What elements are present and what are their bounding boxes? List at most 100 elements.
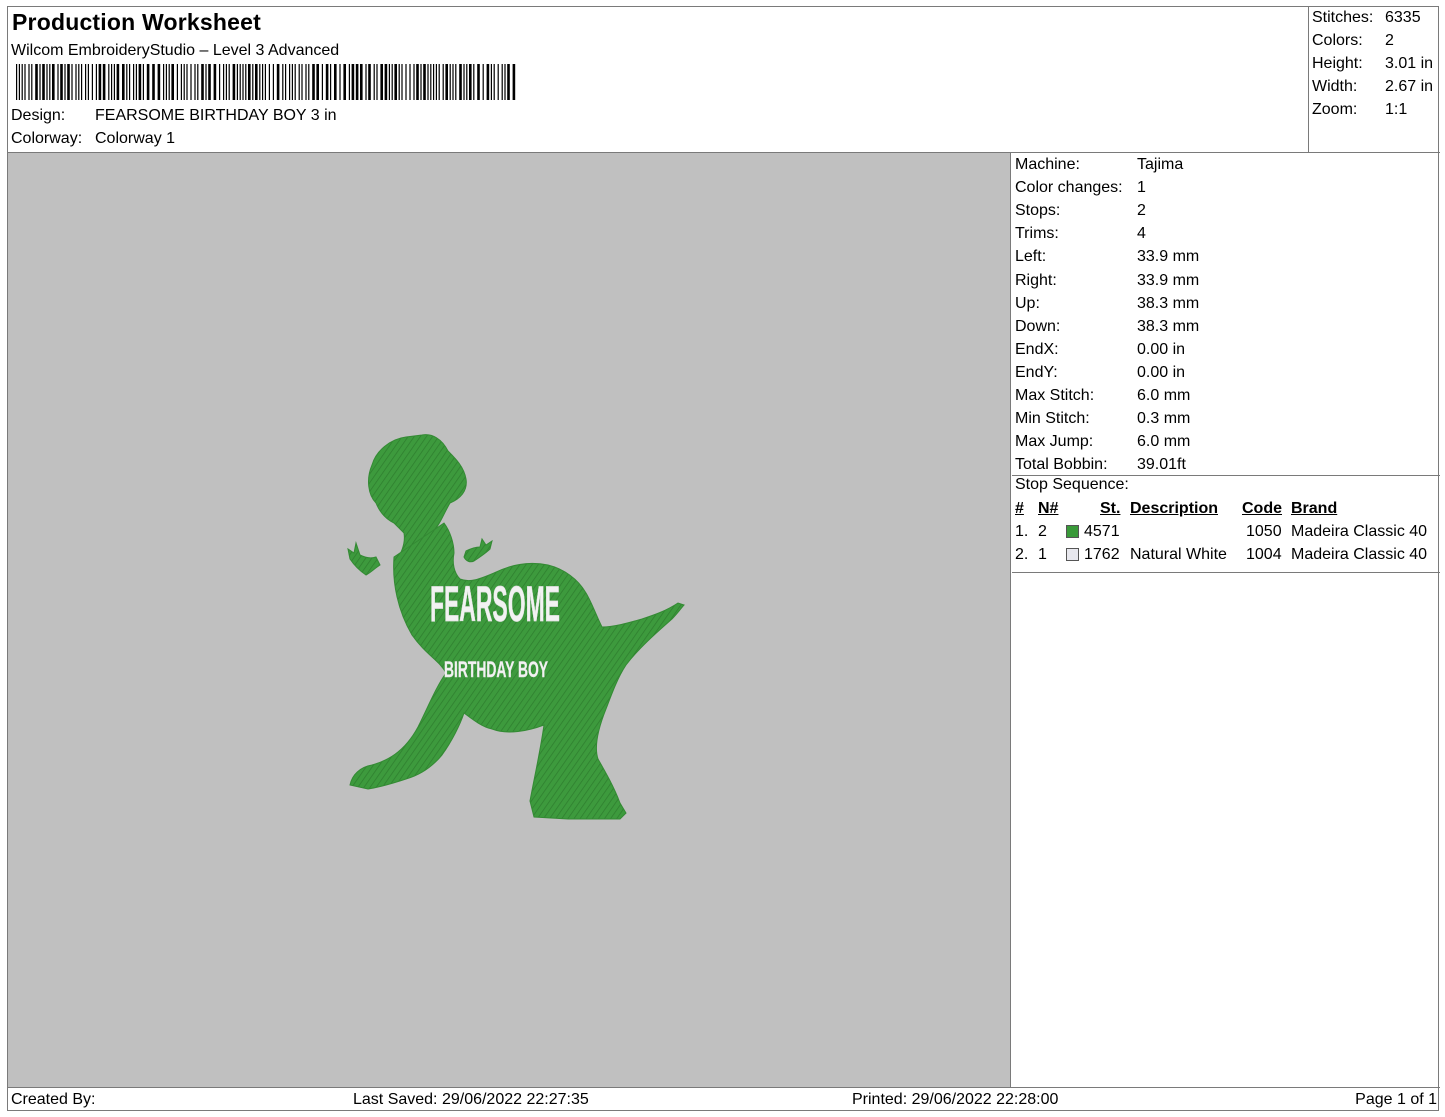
stop-stitches: 4571 (1084, 523, 1120, 540)
col-description-header: Description (1130, 500, 1219, 517)
stitches-label: Stitches: (1312, 9, 1374, 26)
thread-color-swatch (1066, 525, 1079, 538)
page-number: Page 1 of 1 (1355, 1091, 1437, 1108)
colorway-row: Colorway: Colorway 1 (11, 130, 175, 148)
stop-sequence-divider (1012, 572, 1440, 573)
machine-info-label: Up: (1015, 294, 1040, 312)
machine-info-value: 6.0 mm (1137, 387, 1191, 404)
machine-info-row: Total Bobbin: 39.01ft (1015, 456, 1186, 474)
design-text-line2: BIRTHDAY BOY (444, 657, 548, 682)
app-name: Wilcom EmbroideryStudio – Level 3 Advanc… (11, 42, 340, 59)
machine-info-row: EndY: 0.00 in (1015, 364, 1185, 382)
machine-info-row: Trims: 4 (1015, 225, 1146, 243)
stop-needle: 1 (1038, 546, 1047, 563)
machine-info-value: 0.3 mm (1137, 410, 1191, 428)
worksheet-footer: Created By: Last Saved: 29/06/2022 22:27… (8, 1088, 1440, 1112)
machine-info-label: Color changes: (1015, 179, 1123, 197)
design-summary: Stitches: 6335 Colors: 2 Height: 3.01 in Wi… (1308, 7, 1440, 152)
stop-code: 1050 (1246, 523, 1282, 540)
machine-info-label: Max Stitch: (1015, 387, 1095, 404)
width-label: Width: (1312, 78, 1358, 95)
barcode-image (16, 64, 516, 100)
stop-sequence-title: Stop Sequence: (1015, 476, 1129, 493)
machine-info-label: Max Jump: (1015, 433, 1094, 451)
machine-info-row: Down: 38.3 mm (1015, 318, 1199, 336)
machine-info-row: Right: 33.9 mm (1015, 272, 1199, 290)
machine-info-row: Machine: Tajima (1015, 156, 1183, 174)
stop-description: Natural White (1130, 546, 1227, 563)
colors-row: Colors: 2 (1312, 32, 1394, 50)
machine-info-label: Down: (1015, 317, 1061, 335)
dinosaur-embroidery-image: FEARSOME BIRTHDAY BOY (347, 434, 685, 820)
production-worksheet: Production Worksheet Wilcom EmbroiderySt… (7, 6, 1440, 1112)
machine-info-row: Stops: 2 (1015, 202, 1146, 220)
design-row: Design: FEARSOME BIRTHDAY BOY 3 in (11, 107, 337, 125)
machine-info-row: Max Stitch: 6.0 mm (1015, 387, 1190, 405)
machine-info-row: Min Stitch: 0.3 mm (1015, 410, 1190, 428)
zoom-label: Zoom: (1312, 101, 1358, 118)
machine-info-value: 38.3 mm (1137, 294, 1200, 312)
machine-info-value: Tajima (1137, 156, 1184, 173)
machine-info-value: 6.0 mm (1137, 433, 1191, 451)
height-value: 3.01 in (1385, 55, 1434, 72)
colorway-label: Colorway: (11, 130, 83, 147)
machine-info-label: EndY: (1015, 363, 1058, 381)
thread-color-swatch (1066, 548, 1079, 561)
machine-info-value: 33.9 mm (1137, 271, 1200, 289)
created-by: Created By: (11, 1091, 96, 1108)
stitches-row: Stitches: 6335 (1312, 9, 1421, 27)
machine-info-label: Stops: (1015, 202, 1061, 220)
page-title: Production Worksheet (12, 9, 261, 35)
machine-info-label: Right: (1015, 271, 1057, 289)
stop-num: 1. (1015, 523, 1029, 540)
machine-info-value: 33.9 mm (1137, 248, 1200, 266)
col-num-header: # (1015, 500, 1024, 517)
design-text-line1: FEARSOME (430, 576, 560, 632)
height-label: Height: (1312, 55, 1363, 72)
last-saved: Last Saved: 29/06/2022 22:27:35 (353, 1091, 589, 1108)
col-brand-header: Brand (1291, 500, 1338, 517)
machine-info-value: 2 (1137, 202, 1146, 220)
colors-label: Colors: (1312, 32, 1363, 49)
stop-stitches: 1762 (1084, 546, 1120, 563)
machine-info-value: 0.00 in (1137, 363, 1186, 381)
width-row: Width: 2.67 in (1312, 78, 1433, 96)
machine-info-row: EndX: 0.00 in (1015, 341, 1185, 359)
machine-info-value: 0.00 in (1137, 340, 1186, 358)
design-value: FEARSOME BIRTHDAY BOY 3 in (95, 107, 337, 124)
machine-info-row: Color changes: 1 (1015, 179, 1146, 197)
machine-info-label: Machine: (1015, 156, 1080, 173)
height-row: Height: 3.01 in (1312, 55, 1433, 73)
machine-info-panel: Machine: Tajima Color changes: 1 Stops: 2 Trim… (1012, 153, 1440, 1087)
colorway-value: Colorway 1 (95, 130, 176, 147)
width-value: 2.67 in (1385, 78, 1434, 95)
machine-info-value: 1 (1137, 179, 1146, 197)
machine-info-label: Trims: (1015, 225, 1059, 243)
stop-num: 2. (1015, 546, 1029, 563)
design-preview: FEARSOME BIRTHDAY BOY (8, 153, 1011, 1087)
colors-value: 2 (1385, 32, 1394, 49)
machine-info-label: Min Stitch: (1015, 410, 1090, 428)
machine-info-label: Total Bobbin: (1015, 456, 1108, 474)
machine-info-value: 4 (1137, 225, 1146, 243)
worksheet-header: Production Worksheet Wilcom EmbroiderySt… (8, 7, 1308, 152)
stop-brand: Madeira Classic 40 (1291, 546, 1428, 563)
zoom-value: 1:1 (1385, 101, 1408, 118)
stop-code: 1004 (1246, 546, 1282, 563)
machine-info-row: Max Jump: 6.0 mm (1015, 433, 1190, 451)
machine-info-value: 38.3 mm (1137, 317, 1200, 335)
machine-info-row: Up: 38.3 mm (1015, 295, 1199, 313)
machine-info-label: Left: (1015, 248, 1047, 266)
machine-info-row: Left: 33.9 mm (1015, 248, 1199, 266)
design-label: Design: (11, 107, 66, 124)
col-n-header: N# (1038, 500, 1059, 517)
stop-brand: Madeira Classic 40 (1291, 523, 1428, 540)
machine-info-label: EndX: (1015, 340, 1059, 358)
col-code-header: Code (1242, 500, 1282, 517)
stop-needle: 2 (1038, 523, 1047, 540)
zoom-row: Zoom: 1:1 (1312, 101, 1407, 119)
stitches-value: 6335 (1385, 9, 1421, 26)
machine-info-value: 39.01ft (1137, 456, 1186, 474)
col-st-header: St. (1100, 500, 1121, 517)
printed-date: Printed: 29/06/2022 22:28:00 (852, 1091, 1059, 1108)
